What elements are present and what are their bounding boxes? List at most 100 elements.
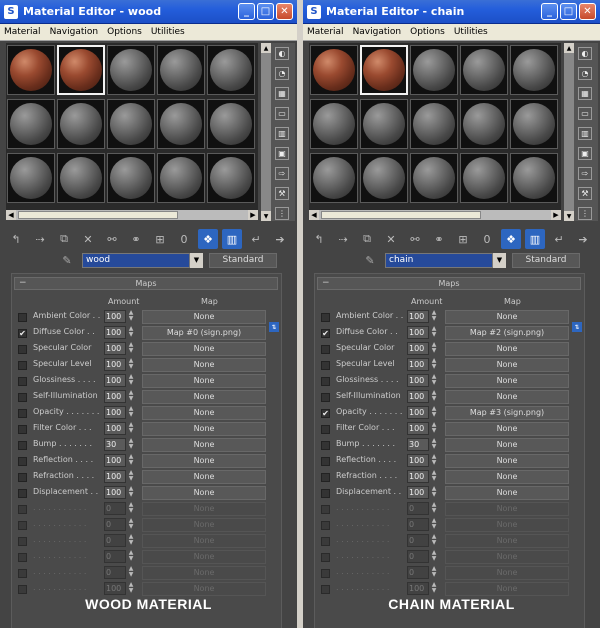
unique-icon[interactable]: ⚭ — [126, 229, 146, 249]
options-icon[interactable]: ⇨ — [275, 167, 289, 180]
navigator-icon[interactable]: ⋮ — [578, 207, 592, 220]
sample-slot[interactable] — [207, 153, 255, 203]
amount-spinner-field[interactable]: 0 — [104, 566, 126, 579]
spinner-arrows-icon[interactable]: ▲ ▼ — [430, 566, 438, 579]
map-enable-checkbox[interactable] — [18, 473, 27, 482]
amount-spinner-field[interactable]: 0 — [104, 534, 126, 547]
map-enable-checkbox[interactable] — [18, 313, 27, 322]
scroll-up-icon[interactable]: ▲ — [261, 43, 271, 53]
maps-rollout-header[interactable]: − Maps — [317, 277, 581, 290]
put-to-library-icon[interactable]: ⊞ — [150, 229, 170, 249]
map-enable-checkbox[interactable] — [18, 361, 27, 370]
map-enable-checkbox[interactable] — [18, 425, 27, 434]
map-slot-button[interactable]: None — [445, 534, 569, 548]
map-slot-button[interactable]: None — [445, 310, 569, 324]
spinner-arrows-icon[interactable]: ▲ ▼ — [127, 518, 135, 531]
amount-spinner-field[interactable]: 100 — [104, 342, 126, 355]
menu-item-material[interactable]: Material — [307, 27, 344, 37]
map-slot-button[interactable]: None — [445, 566, 569, 580]
sample-uv-icon[interactable]: ▭ — [578, 107, 592, 120]
amount-spinner-field[interactable]: 100 — [407, 470, 429, 483]
spinner-arrows-icon[interactable]: ▲ ▼ — [430, 422, 438, 435]
map-slot-button[interactable]: None — [445, 390, 569, 404]
put-to-scene-icon[interactable]: ⇢ — [333, 229, 353, 249]
select-by-material-icon[interactable]: ⚒ — [578, 187, 592, 200]
map-enable-checkbox[interactable] — [18, 585, 27, 594]
slots-horizontal-scrollbar[interactable]: ◀ ▶ — [309, 210, 561, 220]
slots-horizontal-scrollbar[interactable]: ◀ ▶ — [6, 210, 258, 220]
chevron-down-icon[interactable]: ▼ — [190, 252, 203, 268]
map-slot-button[interactable]: Map #2 (sign.png) — [445, 326, 569, 340]
map-enable-checkbox[interactable] — [321, 569, 330, 578]
map-slot-button[interactable]: None — [142, 438, 266, 452]
spinner-arrows-icon[interactable]: ▲ ▼ — [430, 550, 438, 563]
map-slot-button[interactable]: None — [445, 438, 569, 452]
sample-slot[interactable] — [360, 153, 408, 203]
spinner-arrows-icon[interactable]: ▲ ▼ — [430, 406, 438, 419]
map-enable-checkbox[interactable] — [18, 457, 27, 466]
spinner-arrows-icon[interactable]: ▲ ▼ — [127, 534, 135, 547]
material-name-field[interactable]: wood — [82, 252, 190, 268]
copy-material-icon[interactable]: ⚯ — [405, 229, 425, 249]
sample-slot[interactable] — [207, 99, 255, 149]
map-slot-button[interactable]: None — [445, 422, 569, 436]
amount-spinner-field[interactable]: 0 — [407, 550, 429, 563]
checker-background-icon[interactable]: ▦ — [578, 87, 592, 100]
minimize-button[interactable]: _ — [541, 3, 558, 20]
spinner-arrows-icon[interactable]: ▲ ▼ — [430, 358, 438, 371]
scroll-left-icon[interactable]: ◀ — [6, 210, 16, 220]
scroll-thumb[interactable] — [18, 211, 178, 219]
map-enable-checkbox[interactable] — [321, 345, 330, 354]
sample-slot[interactable] — [510, 153, 558, 203]
assign-to-selection-icon[interactable]: ⧉ — [54, 229, 74, 249]
amount-spinner-field[interactable]: 100 — [104, 582, 126, 595]
spinner-arrows-icon[interactable]: ▲ ▼ — [430, 326, 438, 339]
map-slot-button[interactable]: None — [142, 374, 266, 388]
map-slot-button[interactable]: None — [445, 582, 569, 596]
sphere-type-icon[interactable]: ◐ — [578, 47, 592, 60]
eyedropper-icon[interactable]: ✎ — [60, 253, 74, 267]
sample-slot[interactable] — [510, 99, 558, 149]
amount-spinner-field[interactable]: 0 — [104, 518, 126, 531]
scroll-down-icon[interactable]: ▼ — [564, 211, 574, 221]
map-slot-button[interactable]: None — [142, 342, 266, 356]
sample-slot[interactable] — [510, 45, 558, 95]
sample-slot[interactable] — [7, 45, 55, 95]
spinner-arrows-icon[interactable]: ▲ ▼ — [127, 406, 135, 419]
map-enable-checkbox[interactable] — [321, 473, 330, 482]
amount-spinner-field[interactable]: 100 — [407, 486, 429, 499]
spinner-arrows-icon[interactable]: ▲ ▼ — [430, 470, 438, 483]
spinner-arrows-icon[interactable]: ▲ ▼ — [127, 422, 135, 435]
sample-slot[interactable] — [157, 99, 205, 149]
spinner-arrows-icon[interactable]: ▲ ▼ — [430, 390, 438, 403]
map-slot-button[interactable]: None — [142, 454, 266, 468]
amount-spinner-field[interactable]: 100 — [407, 310, 429, 323]
backlight-icon[interactable]: ◔ — [578, 67, 592, 80]
map-enable-checkbox[interactable]: ✔ — [321, 329, 330, 338]
spinner-arrows-icon[interactable]: ▲ ▼ — [127, 486, 135, 499]
map-enable-checkbox[interactable]: ✔ — [18, 329, 27, 338]
video-check-icon[interactable]: ▥ — [578, 127, 592, 140]
sample-slot[interactable] — [7, 99, 55, 149]
spinner-arrows-icon[interactable]: ▲ ▼ — [127, 454, 135, 467]
sample-slot[interactable] — [360, 45, 408, 95]
sample-slot[interactable] — [157, 45, 205, 95]
scroll-down-icon[interactable]: ▼ — [261, 211, 271, 221]
reset-icon[interactable]: ✕ — [78, 229, 98, 249]
material-type-button[interactable]: Standard — [512, 252, 580, 268]
map-enable-checkbox[interactable] — [321, 489, 330, 498]
sample-slot[interactable] — [460, 99, 508, 149]
sample-slot[interactable] — [107, 45, 155, 95]
spinner-arrows-icon[interactable]: ▲ ▼ — [430, 518, 438, 531]
amount-spinner-field[interactable]: 0 — [104, 502, 126, 515]
copy-material-icon[interactable]: ⚯ — [102, 229, 122, 249]
put-to-scene-icon[interactable]: ⇢ — [30, 229, 50, 249]
navigator-icon[interactable]: ⋮ — [275, 207, 289, 220]
show-map-in-viewport-icon[interactable]: ❖ — [501, 229, 521, 249]
scroll-up-icon[interactable]: ▲ — [564, 43, 574, 53]
show-end-result-icon[interactable]: ▥ — [525, 229, 545, 249]
amount-spinner-field[interactable]: 100 — [407, 422, 429, 435]
sample-slot[interactable] — [460, 153, 508, 203]
map-slot-button[interactable]: None — [142, 550, 266, 564]
map-enable-checkbox[interactable] — [18, 489, 27, 498]
